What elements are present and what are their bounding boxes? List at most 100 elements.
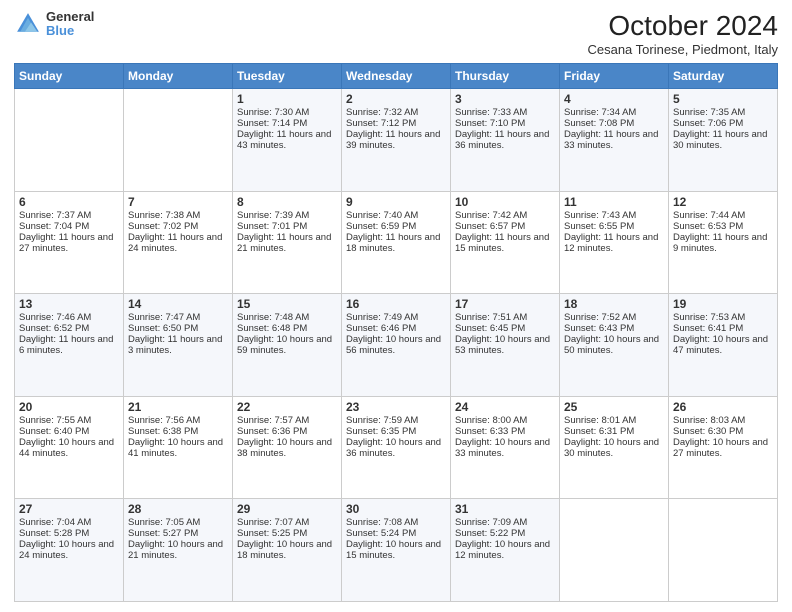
day-number: 6 bbox=[19, 195, 119, 209]
day-number: 13 bbox=[19, 297, 119, 311]
daylight-text: Daylight: 10 hours and 24 minutes. bbox=[19, 539, 119, 561]
table-row: 16Sunrise: 7:49 AMSunset: 6:46 PMDayligh… bbox=[342, 294, 451, 397]
day-number: 28 bbox=[128, 502, 228, 516]
sunrise-text: Sunrise: 7:04 AM bbox=[19, 517, 119, 528]
sunrise-text: Sunrise: 7:35 AM bbox=[673, 107, 773, 118]
day-number: 4 bbox=[564, 92, 664, 106]
sunset-text: Sunset: 6:36 PM bbox=[237, 426, 337, 437]
calendar-title: October 2024 bbox=[587, 10, 778, 42]
sunrise-text: Sunrise: 7:07 AM bbox=[237, 517, 337, 528]
table-row: 4Sunrise: 7:34 AMSunset: 7:08 PMDaylight… bbox=[560, 89, 669, 192]
sunset-text: Sunset: 6:57 PM bbox=[455, 221, 555, 232]
col-monday: Monday bbox=[124, 64, 233, 89]
sunset-text: Sunset: 7:04 PM bbox=[19, 221, 119, 232]
table-row: 6Sunrise: 7:37 AMSunset: 7:04 PMDaylight… bbox=[15, 191, 124, 294]
daylight-text: Daylight: 11 hours and 24 minutes. bbox=[128, 232, 228, 254]
header: General Blue October 2024 Cesana Torines… bbox=[14, 10, 778, 57]
table-row: 2Sunrise: 7:32 AMSunset: 7:12 PMDaylight… bbox=[342, 89, 451, 192]
table-row: 31Sunrise: 7:09 AMSunset: 5:22 PMDayligh… bbox=[451, 499, 560, 602]
col-friday: Friday bbox=[560, 64, 669, 89]
sunrise-text: Sunrise: 7:47 AM bbox=[128, 312, 228, 323]
day-number: 16 bbox=[346, 297, 446, 311]
week-row-1: 1Sunrise: 7:30 AMSunset: 7:14 PMDaylight… bbox=[15, 89, 778, 192]
sunrise-text: Sunrise: 7:37 AM bbox=[19, 210, 119, 221]
sunrise-text: Sunrise: 7:32 AM bbox=[346, 107, 446, 118]
sunset-text: Sunset: 6:53 PM bbox=[673, 221, 773, 232]
sunrise-text: Sunrise: 7:05 AM bbox=[128, 517, 228, 528]
sunset-text: Sunset: 6:43 PM bbox=[564, 323, 664, 334]
sunrise-text: Sunrise: 7:59 AM bbox=[346, 415, 446, 426]
calendar-header-row: Sunday Monday Tuesday Wednesday Thursday… bbox=[15, 64, 778, 89]
sunrise-text: Sunrise: 7:40 AM bbox=[346, 210, 446, 221]
day-number: 19 bbox=[673, 297, 773, 311]
day-number: 2 bbox=[346, 92, 446, 106]
day-number: 24 bbox=[455, 400, 555, 414]
table-row: 13Sunrise: 7:46 AMSunset: 6:52 PMDayligh… bbox=[15, 294, 124, 397]
col-sunday: Sunday bbox=[15, 64, 124, 89]
daylight-text: Daylight: 10 hours and 33 minutes. bbox=[455, 437, 555, 459]
day-number: 5 bbox=[673, 92, 773, 106]
table-row: 28Sunrise: 7:05 AMSunset: 5:27 PMDayligh… bbox=[124, 499, 233, 602]
sunrise-text: Sunrise: 8:03 AM bbox=[673, 415, 773, 426]
daylight-text: Daylight: 10 hours and 44 minutes. bbox=[19, 437, 119, 459]
day-number: 26 bbox=[673, 400, 773, 414]
sunrise-text: Sunrise: 7:53 AM bbox=[673, 312, 773, 323]
day-number: 23 bbox=[346, 400, 446, 414]
sunrise-text: Sunrise: 7:52 AM bbox=[564, 312, 664, 323]
daylight-text: Daylight: 11 hours and 30 minutes. bbox=[673, 129, 773, 151]
sunset-text: Sunset: 5:27 PM bbox=[128, 528, 228, 539]
table-row: 5Sunrise: 7:35 AMSunset: 7:06 PMDaylight… bbox=[669, 89, 778, 192]
sunrise-text: Sunrise: 7:30 AM bbox=[237, 107, 337, 118]
table-row bbox=[560, 499, 669, 602]
sunrise-text: Sunrise: 7:57 AM bbox=[237, 415, 337, 426]
sunset-text: Sunset: 6:48 PM bbox=[237, 323, 337, 334]
sunset-text: Sunset: 7:01 PM bbox=[237, 221, 337, 232]
day-number: 7 bbox=[128, 195, 228, 209]
sunrise-text: Sunrise: 7:38 AM bbox=[128, 210, 228, 221]
table-row: 12Sunrise: 7:44 AMSunset: 6:53 PMDayligh… bbox=[669, 191, 778, 294]
table-row: 23Sunrise: 7:59 AMSunset: 6:35 PMDayligh… bbox=[342, 396, 451, 499]
day-number: 3 bbox=[455, 92, 555, 106]
daylight-text: Daylight: 10 hours and 47 minutes. bbox=[673, 334, 773, 356]
sunrise-text: Sunrise: 7:46 AM bbox=[19, 312, 119, 323]
day-number: 27 bbox=[19, 502, 119, 516]
daylight-text: Daylight: 11 hours and 33 minutes. bbox=[564, 129, 664, 151]
daylight-text: Daylight: 11 hours and 21 minutes. bbox=[237, 232, 337, 254]
table-row: 26Sunrise: 8:03 AMSunset: 6:30 PMDayligh… bbox=[669, 396, 778, 499]
daylight-text: Daylight: 11 hours and 27 minutes. bbox=[19, 232, 119, 254]
daylight-text: Daylight: 10 hours and 30 minutes. bbox=[564, 437, 664, 459]
sunset-text: Sunset: 6:33 PM bbox=[455, 426, 555, 437]
sunrise-text: Sunrise: 7:55 AM bbox=[19, 415, 119, 426]
sunset-text: Sunset: 6:35 PM bbox=[346, 426, 446, 437]
col-thursday: Thursday bbox=[451, 64, 560, 89]
table-row bbox=[124, 89, 233, 192]
sunset-text: Sunset: 6:59 PM bbox=[346, 221, 446, 232]
table-row: 1Sunrise: 7:30 AMSunset: 7:14 PMDaylight… bbox=[233, 89, 342, 192]
table-row: 19Sunrise: 7:53 AMSunset: 6:41 PMDayligh… bbox=[669, 294, 778, 397]
daylight-text: Daylight: 10 hours and 36 minutes. bbox=[346, 437, 446, 459]
table-row: 9Sunrise: 7:40 AMSunset: 6:59 PMDaylight… bbox=[342, 191, 451, 294]
table-row: 10Sunrise: 7:42 AMSunset: 6:57 PMDayligh… bbox=[451, 191, 560, 294]
daylight-text: Daylight: 11 hours and 12 minutes. bbox=[564, 232, 664, 254]
sunset-text: Sunset: 6:55 PM bbox=[564, 221, 664, 232]
day-number: 20 bbox=[19, 400, 119, 414]
sunset-text: Sunset: 5:28 PM bbox=[19, 528, 119, 539]
week-row-2: 6Sunrise: 7:37 AMSunset: 7:04 PMDaylight… bbox=[15, 191, 778, 294]
day-number: 30 bbox=[346, 502, 446, 516]
daylight-text: Daylight: 11 hours and 3 minutes. bbox=[128, 334, 228, 356]
daylight-text: Daylight: 10 hours and 27 minutes. bbox=[673, 437, 773, 459]
table-row: 25Sunrise: 8:01 AMSunset: 6:31 PMDayligh… bbox=[560, 396, 669, 499]
daylight-text: Daylight: 11 hours and 39 minutes. bbox=[346, 129, 446, 151]
logo-line1: General bbox=[46, 10, 94, 24]
sunset-text: Sunset: 6:30 PM bbox=[673, 426, 773, 437]
day-number: 29 bbox=[237, 502, 337, 516]
table-row: 20Sunrise: 7:55 AMSunset: 6:40 PMDayligh… bbox=[15, 396, 124, 499]
page: General Blue October 2024 Cesana Torines… bbox=[0, 0, 792, 612]
sunset-text: Sunset: 7:02 PM bbox=[128, 221, 228, 232]
sunrise-text: Sunrise: 8:01 AM bbox=[564, 415, 664, 426]
sunrise-text: Sunrise: 7:34 AM bbox=[564, 107, 664, 118]
table-row: 7Sunrise: 7:38 AMSunset: 7:02 PMDaylight… bbox=[124, 191, 233, 294]
sunset-text: Sunset: 7:14 PM bbox=[237, 118, 337, 129]
table-row: 14Sunrise: 7:47 AMSunset: 6:50 PMDayligh… bbox=[124, 294, 233, 397]
sunset-text: Sunset: 7:12 PM bbox=[346, 118, 446, 129]
